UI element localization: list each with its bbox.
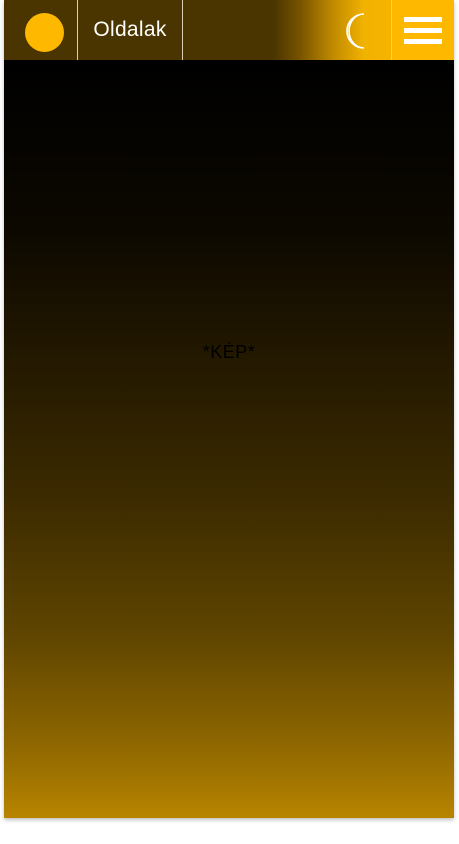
menu-bar [404,17,442,22]
app-frame: Oldalak *KÉP* [4,0,454,818]
menu-bar [404,39,442,44]
header-divider [182,0,183,60]
top-navigation-bar: Oldalak [4,0,454,60]
image-placeholder-label: *KÉP* [202,342,256,362]
pages-nav-link[interactable]: Oldalak [78,0,182,60]
crescent-moon-icon[interactable] [340,11,380,51]
logo-icon[interactable] [25,13,64,52]
menu-bar [404,28,442,33]
hamburger-menu-icon[interactable] [392,0,454,60]
hero-image-placeholder: *KÉP* [4,60,454,818]
